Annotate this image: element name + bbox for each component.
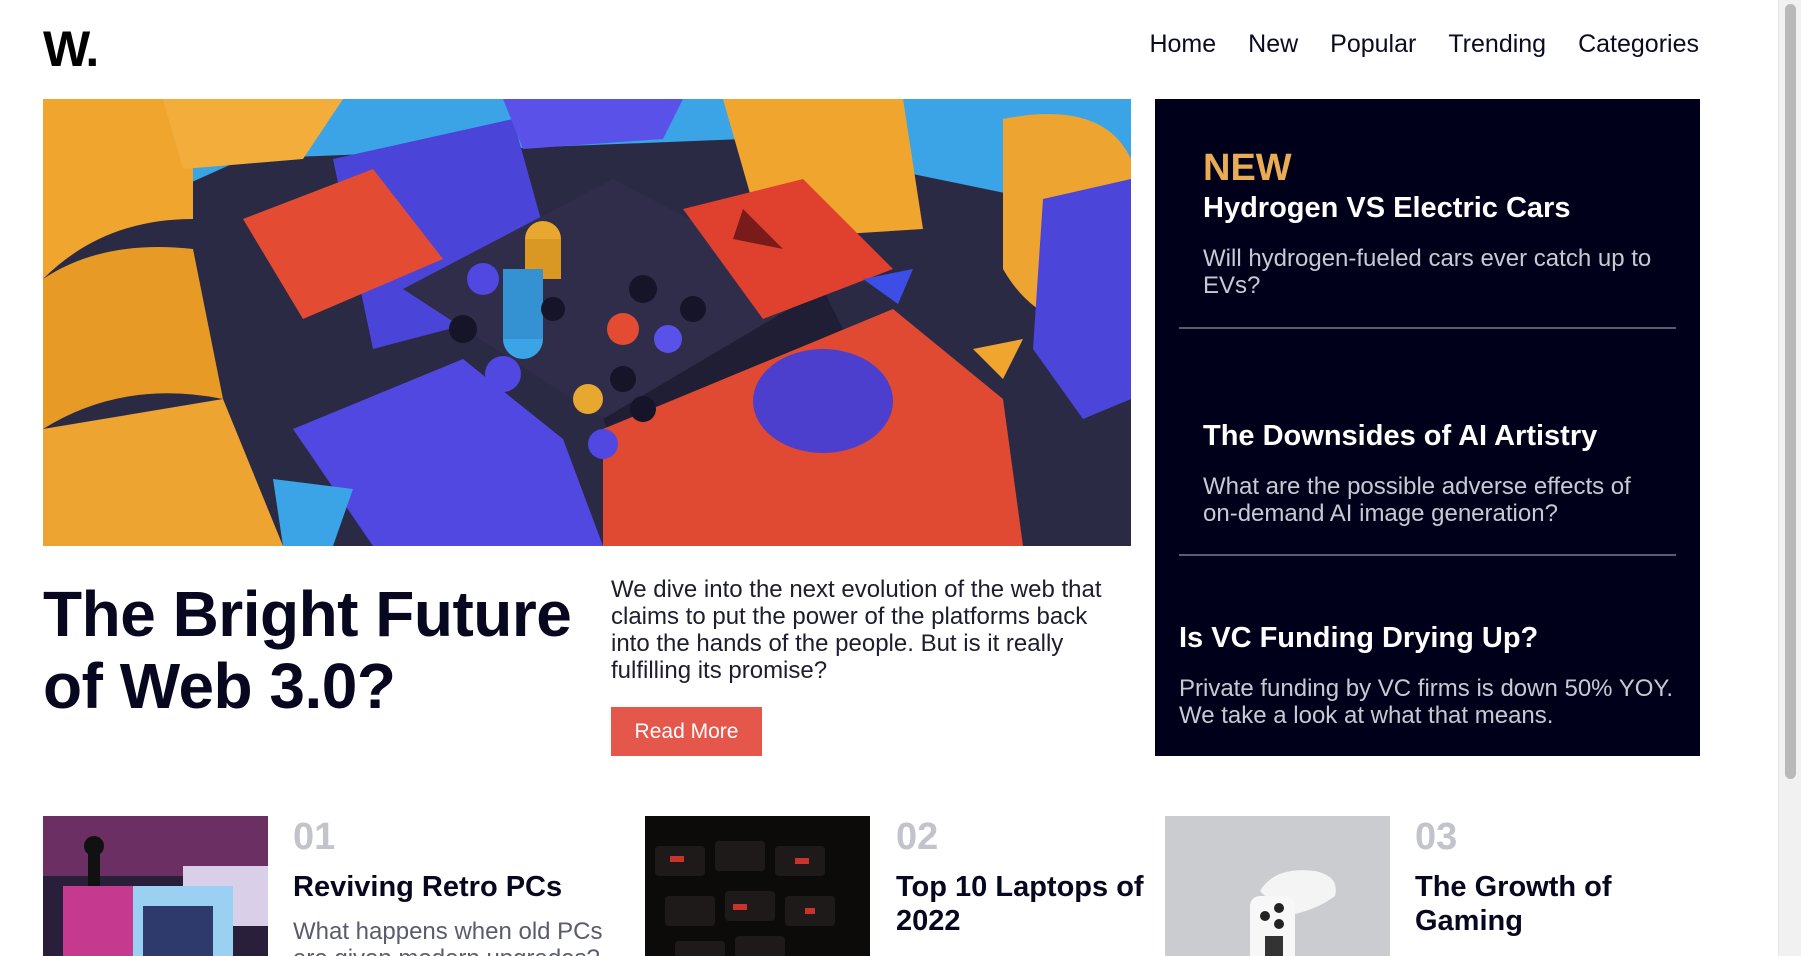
new-article-item[interactable]: Hydrogen VS Electric Cars Will hydrogen-… <box>1203 191 1663 299</box>
read-more-button[interactable]: Read More <box>611 707 762 756</box>
main-nav: Home New Popular Trending Categories <box>1149 30 1699 59</box>
card-title[interactable]: Reviving Retro PCs <box>293 870 623 904</box>
new-article-description: Will hydrogen-fueled cars ever catch up … <box>1203 245 1652 299</box>
card-image-retro-pc[interactable] <box>43 816 268 956</box>
card-image-laptop[interactable] <box>645 816 870 956</box>
new-article-description: What are the possible adverse effects of… <box>1203 473 1631 527</box>
divider <box>1179 554 1676 556</box>
new-articles-panel: NEW Hydrogen VS Electric Cars Will hydro… <box>1155 99 1700 756</box>
nav-popular[interactable]: Popular <box>1330 30 1416 59</box>
site-logo[interactable]: W. <box>43 20 99 78</box>
hero-image <box>43 99 1131 546</box>
card-number: 02 <box>896 816 939 858</box>
new-article-title[interactable]: The Downsides of AI Artistry <box>1203 419 1663 453</box>
divider <box>1179 327 1676 329</box>
card-number: 01 <box>293 816 336 858</box>
card-description: What happens when old PCs are given mode… <box>293 918 603 956</box>
nav-categories[interactable]: Categories <box>1578 30 1699 59</box>
new-article-item[interactable]: The Downsides of AI Artistry What are th… <box>1203 419 1663 527</box>
vertical-scrollbar[interactable] <box>1778 0 1801 956</box>
new-article-description: Private funding by VC firms is down 50% … <box>1179 675 1674 729</box>
hero-title[interactable]: The Bright Future of Web 3.0? <box>43 578 583 722</box>
nav-home[interactable]: Home <box>1149 30 1216 59</box>
card-number: 03 <box>1415 816 1458 858</box>
new-article-item[interactable]: Is VC Funding Drying Up? Private funding… <box>1179 621 1679 729</box>
hero-description: We dive into the next evolution of the w… <box>611 576 1102 684</box>
card-title[interactable]: The Growth of Gaming <box>1415 870 1675 938</box>
card-title[interactable]: Top 10 Laptops of 2022 <box>896 870 1156 938</box>
card-image-controller[interactable] <box>1165 816 1390 956</box>
new-heading: NEW <box>1203 147 1292 189</box>
scrollbar-thumb[interactable] <box>1785 4 1796 779</box>
nav-trending[interactable]: Trending <box>1448 30 1546 59</box>
nav-new[interactable]: New <box>1248 30 1298 59</box>
new-article-title[interactable]: Hydrogen VS Electric Cars <box>1203 191 1663 225</box>
new-article-title[interactable]: Is VC Funding Drying Up? <box>1179 621 1679 655</box>
